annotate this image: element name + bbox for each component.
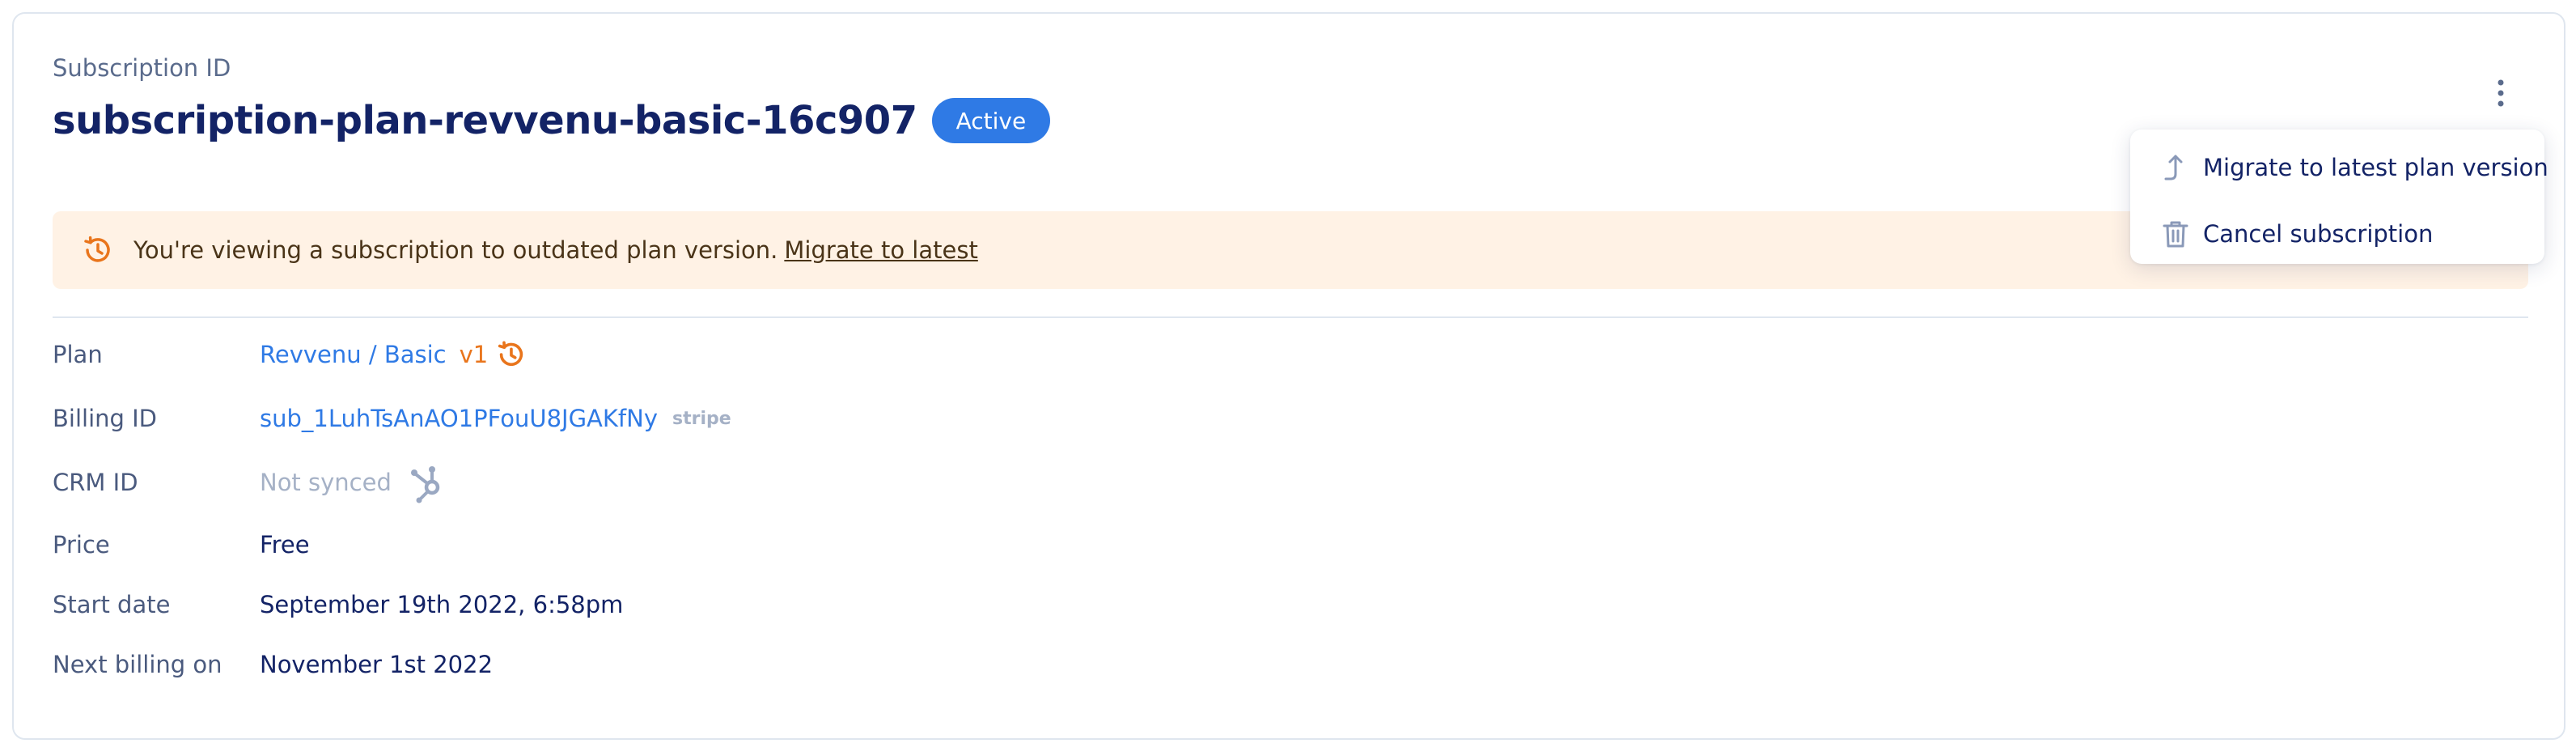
next-billing-row: Next billing on November 1st 2022 xyxy=(53,644,493,685)
migrate-to-latest-link[interactable]: Migrate to latest xyxy=(784,236,977,264)
menu-item-cancel[interactable]: Cancel subscription xyxy=(2130,206,2544,262)
plan-version: v1 xyxy=(459,341,489,368)
start-date-row: Start date September 19th 2022, 6:58pm xyxy=(53,584,623,625)
menu-item-migrate[interactable]: Migrate to latest plan version xyxy=(2130,139,2548,196)
hubspot-icon xyxy=(408,461,447,503)
trash-icon xyxy=(2159,218,2192,250)
menu-item-migrate-label: Migrate to latest plan version xyxy=(2203,154,2548,181)
plan-link[interactable]: Revvenu / Basic xyxy=(260,341,447,368)
actions-dropdown-menu: Migrate to latest plan version Cancel su… xyxy=(2130,130,2548,264)
crm-status: Not synced xyxy=(260,469,392,496)
crm-row: CRM ID Not synced xyxy=(53,462,447,503)
price-label: Price xyxy=(53,531,110,559)
billing-id-label: Billing ID xyxy=(53,405,158,432)
price-value: Free xyxy=(260,531,310,559)
subscription-title: subscription-plan-revvenu-basic-16c907 xyxy=(53,98,917,143)
title-row: subscription-plan-revvenu-basic-16c907 A… xyxy=(53,91,1051,150)
migrate-arrow-icon xyxy=(2159,151,2192,184)
start-date-value: September 19th 2022, 6:58pm xyxy=(260,591,624,618)
plan-row: Plan Revvenu / Basic v1 xyxy=(53,334,527,375)
version-history-icon xyxy=(494,338,527,371)
menu-item-cancel-label: Cancel subscription xyxy=(2203,220,2434,248)
billing-id-link[interactable]: sub_1LuhTsAnAO1PFouU8JGAKfNy xyxy=(260,405,658,432)
stripe-logo: stripe xyxy=(672,408,731,429)
history-icon xyxy=(80,233,114,267)
divider xyxy=(53,316,2528,318)
start-date-label: Start date xyxy=(53,591,171,618)
next-billing-label: Next billing on xyxy=(53,651,222,678)
crm-id-label: CRM ID xyxy=(53,469,138,496)
subscription-id-label: Subscription ID xyxy=(53,54,231,82)
next-billing-value: November 1st 2022 xyxy=(260,651,494,678)
price-row: Price Free xyxy=(53,525,310,565)
subscription-card: Subscription ID subscription-plan-revven… xyxy=(12,12,2565,740)
more-options-icon[interactable] xyxy=(2486,67,2515,119)
banner-message: You're viewing a subscription to outdate… xyxy=(133,236,778,264)
plan-label: Plan xyxy=(53,341,103,368)
status-badge: Active xyxy=(931,98,1051,143)
billing-row: Billing ID sub_1LuhTsAnAO1PFouU8JGAKfNy … xyxy=(53,398,731,439)
